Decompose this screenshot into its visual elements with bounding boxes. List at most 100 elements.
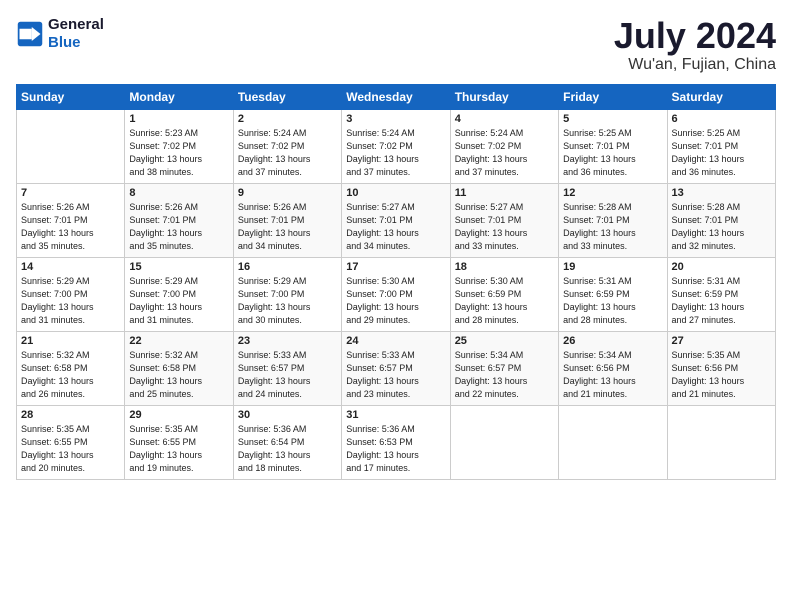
cell-info: Sunrise: 5:26 AM Sunset: 7:01 PM Dayligh… — [21, 201, 120, 253]
day-number: 26 — [563, 335, 662, 347]
day-number: 17 — [346, 261, 445, 273]
cell-1-4: 3 Sunrise: 5:24 AM Sunset: 7:02 PM Daylig… — [342, 109, 450, 183]
cell-2-4: 10Sunrise: 5:27 AM Sunset: 7:01 PM Dayli… — [342, 183, 450, 257]
col-header-tuesday: Tuesday — [233, 84, 341, 109]
cell-info: Sunrise: 5:36 AM Sunset: 6:53 PM Dayligh… — [346, 423, 445, 475]
cell-3-2: 15 Sunrise: 5:29 AM Sunset: 7:00 PM Dayli… — [125, 257, 233, 331]
page-container: General Blue July 2024 Wu'an, Fujian, Ch… — [0, 0, 792, 612]
cell-info: Sunrise: 5:28 AM Sunset: 7:01 PM Dayligh… — [672, 201, 771, 253]
header: General Blue July 2024 Wu'an, Fujian, Ch… — [16, 16, 776, 74]
cell-info: Sunrise: 5:31 AM Sunset: 6:59 PM Dayligh… — [672, 275, 771, 327]
day-number: 20 — [672, 261, 771, 273]
cell-info: Sunrise: 5:24 AM Sunset: 7:02 PM Dayligh… — [346, 127, 445, 179]
day-number: 11 — [455, 187, 554, 199]
week-row-3: 14 Sunrise: 5:29 AM Sunset: 7:00 PM Dayli… — [17, 257, 776, 331]
cell-info: Sunrise: 5:30 AM Sunset: 6:59 PM Dayligh… — [455, 275, 554, 327]
day-number: 21 — [21, 335, 120, 347]
day-number: 30 — [238, 409, 337, 421]
cell-info: Sunrise: 5:29 AM Sunset: 7:00 PM Dayligh… — [21, 275, 120, 327]
cell-5-5 — [450, 405, 558, 479]
location: Wu'an, Fujian, China — [614, 56, 776, 74]
col-header-saturday: Saturday — [667, 84, 775, 109]
cell-2-5: 11 Sunrise: 5:27 AM Sunset: 7:01 PM Dayli… — [450, 183, 558, 257]
cell-5-7 — [667, 405, 775, 479]
cell-4-4: 24 Sunrise: 5:33 AM Sunset: 6:57 PM Dayli… — [342, 331, 450, 405]
header-row: SundayMondayTuesdayWednesdayThursdayFrid… — [17, 84, 776, 109]
cell-2-7: 13 Sunrise: 5:28 AM Sunset: 7:01 PM Dayli… — [667, 183, 775, 257]
cell-info: Sunrise: 5:23 AM Sunset: 7:02 PM Dayligh… — [129, 127, 228, 179]
cell-info: Sunrise: 5:28 AM Sunset: 7:01 PM Dayligh… — [563, 201, 662, 253]
cell-1-1 — [17, 109, 125, 183]
cell-1-3: 2Sunrise: 5:24 AM Sunset: 7:02 PM Daylig… — [233, 109, 341, 183]
cell-5-6 — [559, 405, 667, 479]
cell-5-4: 31Sunrise: 5:36 AM Sunset: 6:53 PM Dayli… — [342, 405, 450, 479]
cell-2-3: 9Sunrise: 5:26 AM Sunset: 7:01 PM Daylig… — [233, 183, 341, 257]
cell-5-2: 29 Sunrise: 5:35 AM Sunset: 6:55 PM Dayli… — [125, 405, 233, 479]
cell-4-6: 26 Sunrise: 5:34 AM Sunset: 6:56 PM Dayli… — [559, 331, 667, 405]
col-header-wednesday: Wednesday — [342, 84, 450, 109]
day-number: 14 — [21, 261, 120, 273]
cell-3-6: 19 Sunrise: 5:31 AM Sunset: 6:59 PM Dayli… — [559, 257, 667, 331]
cell-info: Sunrise: 5:30 AM Sunset: 7:00 PM Dayligh… — [346, 275, 445, 327]
day-number: 13 — [672, 187, 771, 199]
cell-info: Sunrise: 5:33 AM Sunset: 6:57 PM Dayligh… — [346, 349, 445, 401]
cell-4-3: 23Sunrise: 5:33 AM Sunset: 6:57 PM Dayli… — [233, 331, 341, 405]
cell-info: Sunrise: 5:35 AM Sunset: 6:55 PM Dayligh… — [129, 423, 228, 475]
cell-4-1: 21Sunrise: 5:32 AM Sunset: 6:58 PM Dayli… — [17, 331, 125, 405]
cell-info: Sunrise: 5:29 AM Sunset: 7:00 PM Dayligh… — [129, 275, 228, 327]
cell-3-4: 17 Sunrise: 5:30 AM Sunset: 7:00 PM Dayli… — [342, 257, 450, 331]
day-number: 12 — [563, 187, 662, 199]
cell-info: Sunrise: 5:25 AM Sunset: 7:01 PM Dayligh… — [563, 127, 662, 179]
col-header-friday: Friday — [559, 84, 667, 109]
logo-text: General Blue — [48, 16, 104, 52]
cell-info: Sunrise: 5:34 AM Sunset: 6:56 PM Dayligh… — [563, 349, 662, 401]
cell-4-5: 25 Sunrise: 5:34 AM Sunset: 6:57 PM Dayli… — [450, 331, 558, 405]
day-number: 22 — [129, 335, 228, 347]
cell-info: Sunrise: 5:35 AM Sunset: 6:55 PM Dayligh… — [21, 423, 120, 475]
cell-3-7: 20 Sunrise: 5:31 AM Sunset: 6:59 PM Dayli… — [667, 257, 775, 331]
cell-1-5: 4Sunrise: 5:24 AM Sunset: 7:02 PM Daylig… — [450, 109, 558, 183]
day-number: 24 — [346, 335, 445, 347]
day-number: 5 — [563, 113, 662, 125]
cell-4-2: 22 Sunrise: 5:32 AM Sunset: 6:58 PM Dayli… — [125, 331, 233, 405]
cell-info: Sunrise: 5:33 AM Sunset: 6:57 PM Dayligh… — [238, 349, 337, 401]
day-number: 8 — [129, 187, 228, 199]
cell-1-7: 6Sunrise: 5:25 AM Sunset: 7:01 PM Daylig… — [667, 109, 775, 183]
calendar-table: SundayMondayTuesdayWednesdayThursdayFrid… — [16, 84, 776, 480]
day-number: 15 — [129, 261, 228, 273]
day-number: 28 — [21, 409, 120, 421]
week-row-2: 7 Sunrise: 5:26 AM Sunset: 7:01 PM Daylig… — [17, 183, 776, 257]
week-row-4: 21 Sunrise: 5:32 AM Sunset: 6:58 PM Dayli… — [17, 331, 776, 405]
cell-info: Sunrise: 5:32 AM Sunset: 6:58 PM Dayligh… — [129, 349, 228, 401]
cell-info: Sunrise: 5:31 AM Sunset: 6:59 PM Dayligh… — [563, 275, 662, 327]
cell-info: Sunrise: 5:26 AM Sunset: 7:01 PM Dayligh… — [129, 201, 228, 253]
day-number: 16 — [238, 261, 337, 273]
day-number: 19 — [563, 261, 662, 273]
week-row-1: 1 Sunrise: 5:23 AM Sunset: 7:02 PM Daylig… — [17, 109, 776, 183]
logo-icon — [16, 20, 44, 48]
day-number: 6 — [672, 113, 771, 125]
day-number: 3 — [346, 113, 445, 125]
day-number: 7 — [21, 187, 120, 199]
cell-3-5: 18 Sunrise: 5:30 AM Sunset: 6:59 PM Dayli… — [450, 257, 558, 331]
day-number: 1 — [129, 113, 228, 125]
logo: General Blue — [16, 16, 104, 52]
cell-2-6: 12 Sunrise: 5:28 AM Sunset: 7:01 PM Dayli… — [559, 183, 667, 257]
col-header-thursday: Thursday — [450, 84, 558, 109]
cell-5-3: 30 Sunrise: 5:36 AM Sunset: 6:54 PM Dayli… — [233, 405, 341, 479]
cell-info: Sunrise: 5:27 AM Sunset: 7:01 PM Dayligh… — [455, 201, 554, 253]
day-number: 29 — [129, 409, 228, 421]
cell-info: Sunrise: 5:34 AM Sunset: 6:57 PM Dayligh… — [455, 349, 554, 401]
cell-info: Sunrise: 5:35 AM Sunset: 6:56 PM Dayligh… — [672, 349, 771, 401]
col-header-sunday: Sunday — [17, 84, 125, 109]
day-number: 25 — [455, 335, 554, 347]
cell-info: Sunrise: 5:24 AM Sunset: 7:02 PM Dayligh… — [238, 127, 337, 179]
cell-info: Sunrise: 5:27 AM Sunset: 7:01 PM Dayligh… — [346, 201, 445, 253]
cell-3-1: 14 Sunrise: 5:29 AM Sunset: 7:00 PM Dayli… — [17, 257, 125, 331]
col-header-monday: Monday — [125, 84, 233, 109]
day-number: 9 — [238, 187, 337, 199]
cell-info: Sunrise: 5:36 AM Sunset: 6:54 PM Dayligh… — [238, 423, 337, 475]
week-row-5: 28 Sunrise: 5:35 AM Sunset: 6:55 PM Dayli… — [17, 405, 776, 479]
day-number: 18 — [455, 261, 554, 273]
cell-1-2: 1 Sunrise: 5:23 AM Sunset: 7:02 PM Daylig… — [125, 109, 233, 183]
